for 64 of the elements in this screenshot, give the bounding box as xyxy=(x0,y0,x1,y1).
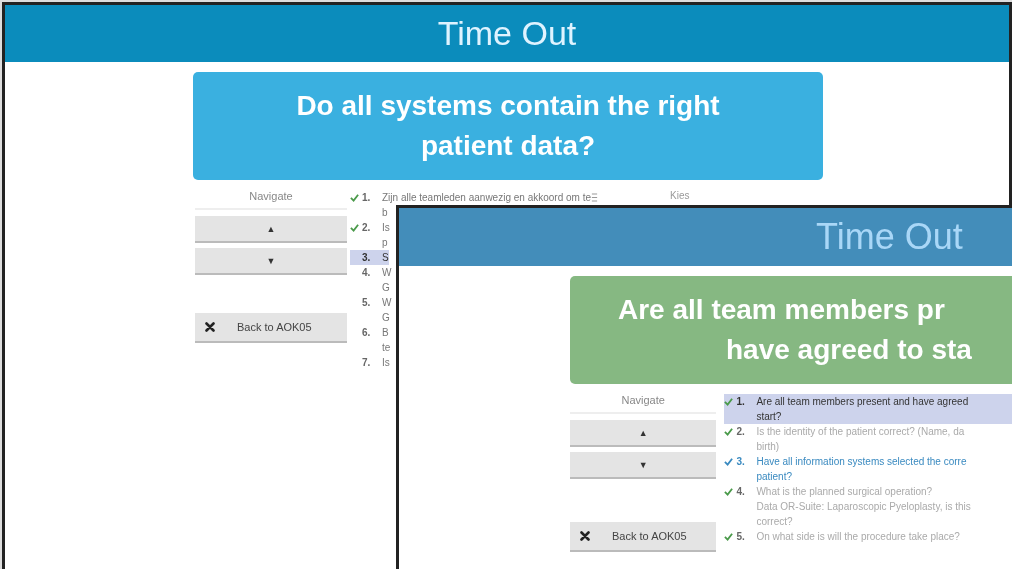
checklist-item[interactable]: 2. Is the identity of the patient correct? (Name, da birth) xyxy=(724,424,1012,454)
item-number: 5. xyxy=(362,296,372,310)
sort-icon xyxy=(591,193,598,202)
item-number: 3. xyxy=(736,455,746,469)
close-icon xyxy=(580,531,590,541)
question-text: Do all systems contain the right xyxy=(296,89,720,123)
question-text: patient data? xyxy=(420,129,596,163)
item-text: W xyxy=(382,266,392,280)
item-number: 3. xyxy=(362,251,372,265)
item-text: b xyxy=(382,206,388,220)
item-number: 5. xyxy=(736,530,746,544)
item-text: p xyxy=(382,236,388,250)
question-text: Are all team members pr xyxy=(618,293,945,327)
item-text: Data OR-Suite: Laparoscopic Pyeloplasty, is this xyxy=(756,500,971,514)
window-title: Time Out xyxy=(816,216,963,258)
item-text: Is xyxy=(382,221,390,235)
close-icon xyxy=(205,322,215,332)
item-number: 4. xyxy=(736,485,746,499)
item-text: B xyxy=(382,326,389,340)
checklist-item[interactable]: 2. Is p xyxy=(350,220,390,250)
checklist-item[interactable]: 5. On what side is will the procedure take place? xyxy=(724,529,1012,544)
item-text: patient? xyxy=(756,470,792,484)
item-text: Is the identity of the patient correct? (Name, da xyxy=(756,425,965,439)
column-label: Kies xyxy=(670,190,690,201)
checklist-item[interactable]: 3. Have all information systems selected the corre patient? xyxy=(724,454,1012,484)
item-text: birth) xyxy=(756,440,780,454)
item-number: 1. xyxy=(362,191,372,205)
item-text: te xyxy=(382,341,391,355)
item-text: Is xyxy=(382,356,390,370)
checklist-item[interactable]: 1. Zijn alle teamleden aanwezig en akkoord om te b xyxy=(350,190,591,220)
item-number: 2. xyxy=(362,221,372,235)
navigate-label: Navigate xyxy=(195,190,347,210)
item-text: start? xyxy=(756,410,782,424)
item-text: Have all information systems selected the corre xyxy=(756,455,967,469)
checklist-item[interactable]: 5. W G xyxy=(350,295,392,325)
item-number: 4. xyxy=(362,266,372,280)
item-text: G xyxy=(382,311,390,325)
item-number: 6. xyxy=(362,326,372,340)
navigate-label: Navigate xyxy=(570,394,717,414)
item-text: correct? xyxy=(756,515,793,529)
next-button[interactable]: ▼ xyxy=(570,452,717,479)
checklist-item[interactable]: 3. S xyxy=(350,250,389,265)
question-text: have agreed to sta xyxy=(725,333,972,367)
item-number: 2. xyxy=(736,425,746,439)
item-text: G xyxy=(382,281,390,295)
previous-button[interactable]: ▲ xyxy=(195,216,347,243)
item-text: On what side is will the procedure take place? xyxy=(756,530,960,544)
item-text: W xyxy=(382,296,392,310)
back-button[interactable]: Back to AOK05 xyxy=(195,313,347,343)
next-button[interactable]: ▼ xyxy=(195,248,347,275)
window-title: Time Out xyxy=(437,14,577,53)
item-text: S xyxy=(382,251,389,265)
checklist-item[interactable]: 1. Are all team members present and have agreed start? xyxy=(724,394,1012,424)
checklist-item[interactable]: 7. Is xyxy=(350,355,390,370)
item-text: Are all team members present and have agreed xyxy=(756,395,969,409)
item-number: 1. xyxy=(736,395,746,409)
checklist-item[interactable]: 4. What is the planned surgical operation? Data OR-Suite: Laparoscopic Pyeloplasty, is this correct? xyxy=(724,484,1012,529)
item-text: Zijn alle teamleden aanwezig en akkoord om te xyxy=(382,191,591,205)
checklist-item[interactable]: 4. W G xyxy=(350,265,392,295)
previous-button[interactable]: ▲ xyxy=(570,420,717,447)
item-text: What is the planned surgical operation? xyxy=(756,485,933,499)
item-number: 7. xyxy=(362,356,372,370)
checklist-item[interactable]: 6. B te xyxy=(350,325,391,355)
back-button[interactable]: Back to AOK05 xyxy=(570,522,717,552)
